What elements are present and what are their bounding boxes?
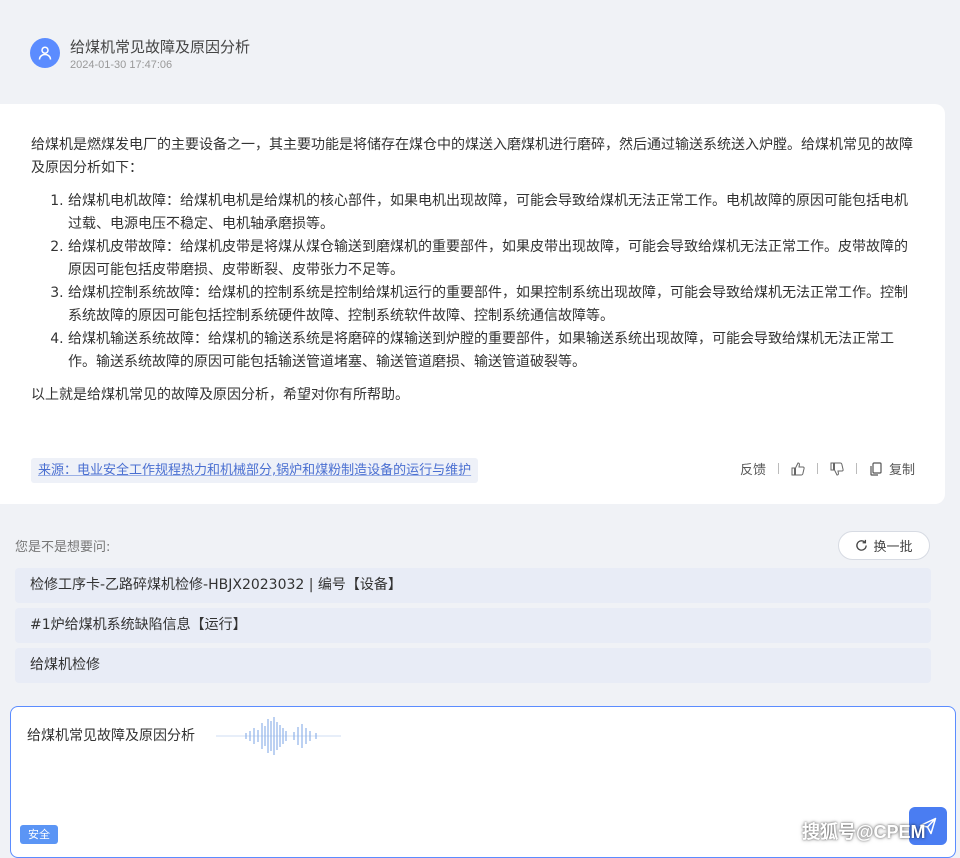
refresh-button[interactable]: 换一批 [838,531,930,560]
refresh-icon [856,539,868,551]
suggestion-item[interactable]: #1炉给煤机系统缺陷信息【运行】 [15,608,931,643]
voice-wave-icon [216,717,341,755]
user-avatar [30,38,60,68]
divider [777,463,779,474]
question-header: 给煤机常见故障及原因分析 2024-01-30 17:47:06 [0,0,960,104]
dislike-button[interactable] [830,462,844,476]
source-link[interactable]: 来源：电业安全工作规程热力和机械部分,锅炉和煤粉制造设备的运行与维护 [31,458,479,483]
divider [816,463,818,474]
answer-outro: 以上就是给煤机常见的故障及原因分析，希望对你有所帮助。 [31,387,409,403]
answer-list-item: 给煤机电机故障：给煤机电机是给煤机的核心部件，如果电机出现故障，可能会导致给煤机… [68,190,917,236]
refresh-label: 换一批 [873,540,913,555]
feedback-button[interactable]: 反馈 [740,459,766,478]
suggestions-label: 您是不是想要问: [15,540,111,555]
like-button[interactable] [791,461,805,476]
copy-button[interactable]: 复制 [869,459,915,478]
answer-card: 给煤机是燃煤发电厂的主要设备之一，其主要功能是将储存在煤仓中的煤送入磨煤机进行磨… [0,104,945,504]
suggestion-item[interactable]: 检修工序卡-乙路碎煤机检修-HBJX2023032 | 编号【设备】 [15,568,931,603]
divider [855,463,857,474]
suggestion-item[interactable]: 给煤机检修 [15,648,931,683]
answer-list: 给煤机电机故障：给煤机电机是给煤机的核心部件，如果电机出现故障，可能会导致给煤机… [31,190,917,374]
answer-intro: 给煤机是燃煤发电厂的主要设备之一，其主要功能是将储存在煤仓中的煤送入磨煤机进行磨… [31,137,913,176]
answer-list-item: 给煤机输送系统故障：给煤机的输送系统是将磨碎的煤输送到炉膛的重要部件，如果输送系… [68,328,917,374]
suggestions-section: 您是不是想要问: 换一批 检修工序卡-乙路碎煤机检修-HBJX2023032 |… [0,522,945,687]
copy-icon [870,461,882,476]
question-timestamp: 2024-01-30 17:47:06 [70,59,173,71]
answer-list-item: 给煤机控制系统故障：给煤机的控制系统是控制给煤机运行的重要部件，如果控制系统出现… [68,282,917,328]
copy-label: 复制 [888,463,915,478]
question-title: 给煤机常见故障及原因分析 [70,38,251,56]
answer-list-item: 给煤机皮带故障：给煤机皮带是将煤从煤仓输送到磨煤机的重要部件，如果皮带出现故障，… [68,236,917,282]
source-link-text: 来源：电业安全工作规程热力和机械部分,锅炉和煤粉制造设备的运行与维护 [38,463,472,478]
security-badge: 安全 [20,825,58,844]
user-icon [38,46,52,60]
chat-input-text[interactable]: 给煤机常见故障及原因分析 [27,725,195,745]
answer-body: 给煤机是燃煤发电厂的主要设备之一，其主要功能是将储存在煤仓中的煤送入磨煤机进行磨… [31,134,917,407]
thumbs-down-icon [830,462,844,476]
thumbs-up-icon [791,461,805,475]
watermark: 搜狐号@CPEM [802,822,926,842]
answer-actions: 反馈 复制 [740,459,915,478]
feedback-label: 反馈 [739,463,766,478]
